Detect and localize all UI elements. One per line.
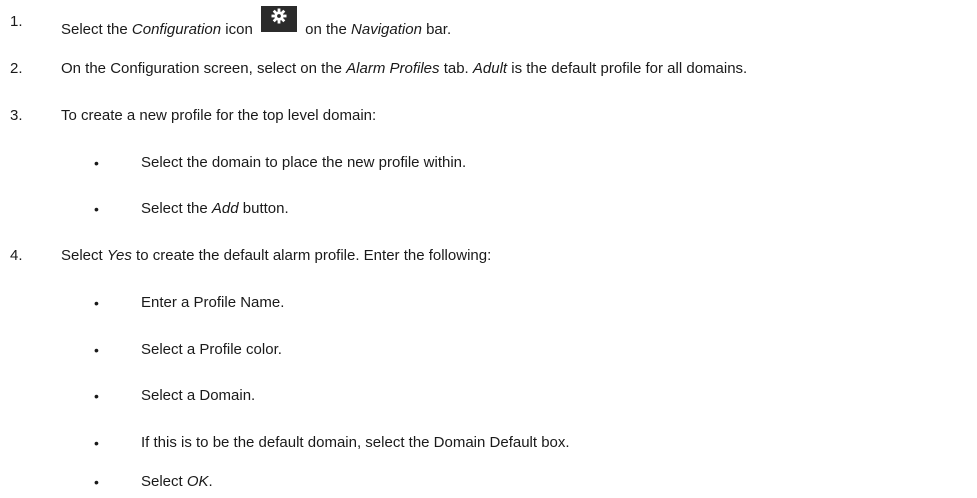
bullet-text: Select OK. [141,473,213,490]
bullet-text: Select the Add button. [141,200,289,217]
bullet-marker: • [94,435,99,451]
bullet-marker: • [94,342,99,358]
step-text: To create a new profile for the top leve… [61,107,377,124]
step-text: Select the Configuration icon on the Nav… [61,6,451,40]
step-text: On the Configuration screen, select on t… [61,60,748,77]
step-number: 3. [10,107,23,124]
step-number: 4. [10,247,23,264]
bullet-marker: • [94,474,99,490]
bullet-text: Select the domain to place the new profi… [141,154,467,171]
bullet-text: Select a Domain. [141,387,256,404]
bullet-text: If this is to be the default domain, sel… [141,434,570,451]
step-number: 2. [10,60,23,77]
bullet-marker: • [94,155,99,171]
gear-icon [260,6,297,32]
bullet-marker: • [94,201,99,217]
step-text: Select Yes to create the default alarm p… [61,247,492,264]
bullet-text: Enter a Profile Name. [141,294,285,311]
bullet-marker: • [94,388,99,404]
step-number: 1. [10,13,23,30]
bullet-marker: • [94,295,99,311]
bullet-text: Select a Profile color. [141,341,282,358]
